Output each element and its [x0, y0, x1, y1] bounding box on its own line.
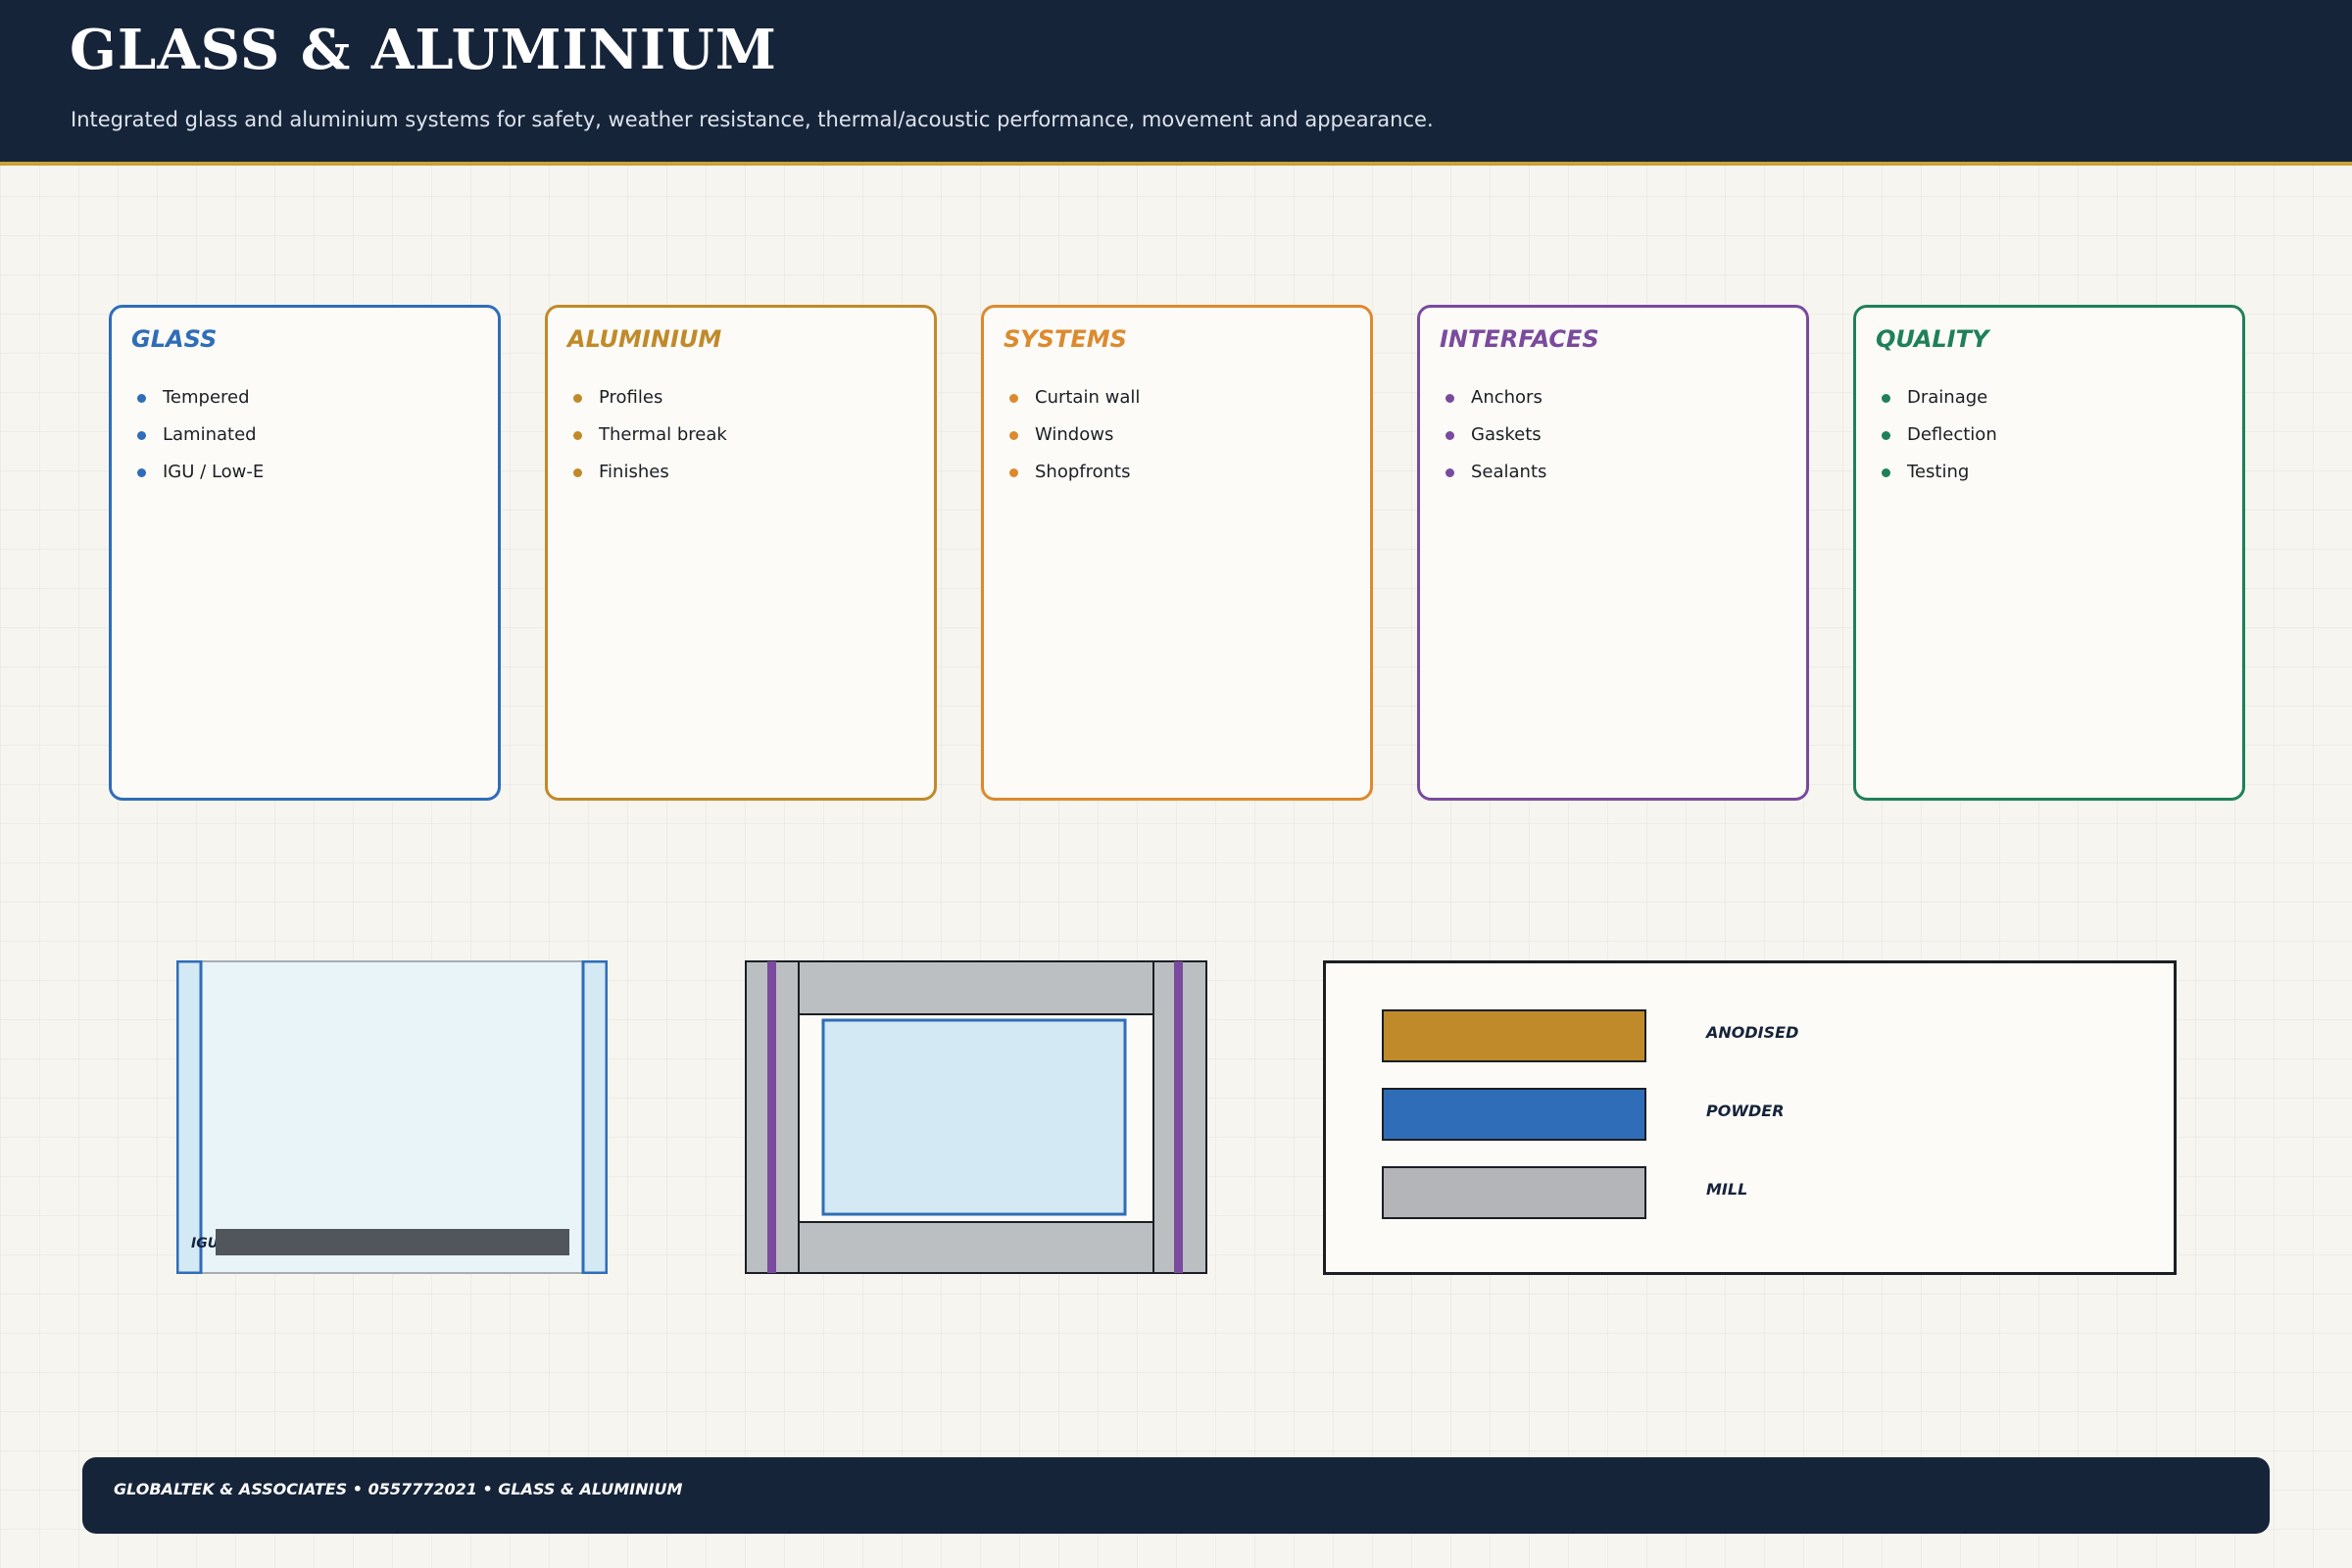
list-item-label: Testing: [1907, 462, 1970, 482]
list-item-label: Tempered: [163, 387, 250, 408]
list-item: Windows: [1009, 420, 1140, 458]
bullet-icon: [1882, 394, 1890, 403]
bullet-icon: [573, 468, 582, 477]
glass-panel-svg: IGU: [175, 959, 609, 1275]
bullet-icon: [1009, 394, 1018, 403]
list-item: Thermal break: [573, 420, 727, 458]
card-systems: SYSTEMS Curtain wall Windows Shopfronts: [981, 305, 1373, 801]
list-item: Finishes: [573, 458, 727, 495]
list-item-label: Gaskets: [1471, 424, 1542, 445]
card-list: Anchors Gaskets Sealants: [1446, 383, 1546, 495]
list-item: Curtain wall: [1009, 383, 1140, 420]
card-title: SYSTEMS: [1004, 325, 1127, 353]
footer-text: GLOBALTEK & ASSOCIATES • 0557772021 • GL…: [114, 1480, 683, 1498]
bullet-icon: [573, 431, 582, 440]
finish-swatch-powder: [1382, 1088, 1646, 1141]
finish-label: MILL: [1706, 1180, 1748, 1199]
bullet-icon: [137, 394, 146, 403]
list-item-label: Deflection: [1907, 424, 1997, 445]
gasket-left: [767, 961, 776, 1273]
card-list: Tempered Laminated IGU / Low-E: [137, 383, 264, 495]
finish-label: ANODISED: [1706, 1023, 1799, 1042]
finish-label: POWDER: [1706, 1102, 1785, 1120]
bullet-icon: [1882, 468, 1890, 477]
list-item-label: Sealants: [1471, 462, 1547, 482]
card-list: Drainage Deflection Testing: [1882, 383, 1997, 495]
list-item: Deflection: [1882, 420, 1997, 458]
list-item-label: Profiles: [599, 387, 663, 408]
card-title: GLASS: [131, 325, 218, 353]
list-item-label: Laminated: [163, 424, 257, 445]
bullet-icon: [1009, 431, 1018, 440]
list-item-label: Anchors: [1471, 387, 1543, 408]
list-item: Gaskets: [1446, 420, 1546, 458]
list-item-label: Windows: [1035, 424, 1114, 445]
list-item: Profiles: [573, 383, 727, 420]
glass-panel-diagram: IGU: [175, 959, 609, 1275]
finish-legend: ANODISED POWDER MILL: [1323, 960, 2177, 1275]
header-banner: GLASS & ALUMINIUM Integrated glass and a…: [0, 0, 2352, 166]
frame-section-diagram: [745, 960, 1207, 1274]
list-item: Testing: [1882, 458, 1997, 495]
list-item-label: Shopfronts: [1035, 462, 1131, 482]
card-list: Profiles Thermal break Finishes: [573, 383, 727, 495]
glass-pane: [176, 960, 608, 1274]
list-item: Drainage: [1882, 383, 1997, 420]
list-item: IGU / Low-E: [137, 458, 264, 495]
glass-spacer-bar: [216, 1229, 569, 1255]
bullet-icon: [137, 431, 146, 440]
bullet-icon: [1446, 468, 1454, 477]
page-title: GLASS & ALUMINIUM: [70, 18, 777, 82]
list-item-label: Finishes: [599, 462, 669, 482]
card-title: QUALITY: [1876, 325, 1989, 353]
list-item-label: IGU / Low-E: [163, 462, 265, 482]
card-interfaces: INTERFACES Anchors Gaskets Sealants: [1417, 305, 1809, 801]
bullet-icon: [1446, 394, 1454, 403]
card-list: Curtain wall Windows Shopfronts: [1009, 383, 1140, 495]
list-item: Shopfronts: [1009, 458, 1140, 495]
footer-bar: GLOBALTEK & ASSOCIATES • 0557772021 • GL…: [82, 1457, 2270, 1534]
frame-section-svg: [745, 960, 1207, 1274]
card-title: INTERFACES: [1440, 325, 1599, 353]
list-item-label: Thermal break: [599, 424, 727, 445]
glass-edge-left: [175, 959, 203, 1275]
list-item: Anchors: [1446, 383, 1546, 420]
frame-glazing: [821, 1018, 1127, 1216]
card-title: ALUMINIUM: [567, 325, 722, 353]
card-aluminium: ALUMINIUM Profiles Thermal break Finishe…: [545, 305, 937, 801]
finish-swatch-mill: [1382, 1166, 1646, 1219]
bullet-icon: [1009, 468, 1018, 477]
finish-swatch-anodised: [1382, 1009, 1646, 1062]
gasket-right: [1174, 961, 1183, 1273]
page-subtitle: Integrated glass and aluminium systems f…: [71, 108, 1434, 131]
list-item: Laminated: [137, 420, 264, 458]
bullet-icon: [137, 468, 146, 477]
card-glass: GLASS Tempered Laminated IGU / Low-E: [109, 305, 501, 801]
bullet-icon: [573, 394, 582, 403]
list-item: Tempered: [137, 383, 264, 420]
bullet-icon: [1446, 431, 1454, 440]
bullet-icon: [1882, 431, 1890, 440]
list-item: Sealants: [1446, 458, 1546, 495]
card-quality: QUALITY Drainage Deflection Testing: [1853, 305, 2245, 801]
glass-edge-right: [581, 959, 609, 1275]
list-item-label: Drainage: [1907, 387, 1988, 408]
list-item-label: Curtain wall: [1035, 387, 1141, 408]
glass-label: IGU: [191, 1236, 220, 1251]
